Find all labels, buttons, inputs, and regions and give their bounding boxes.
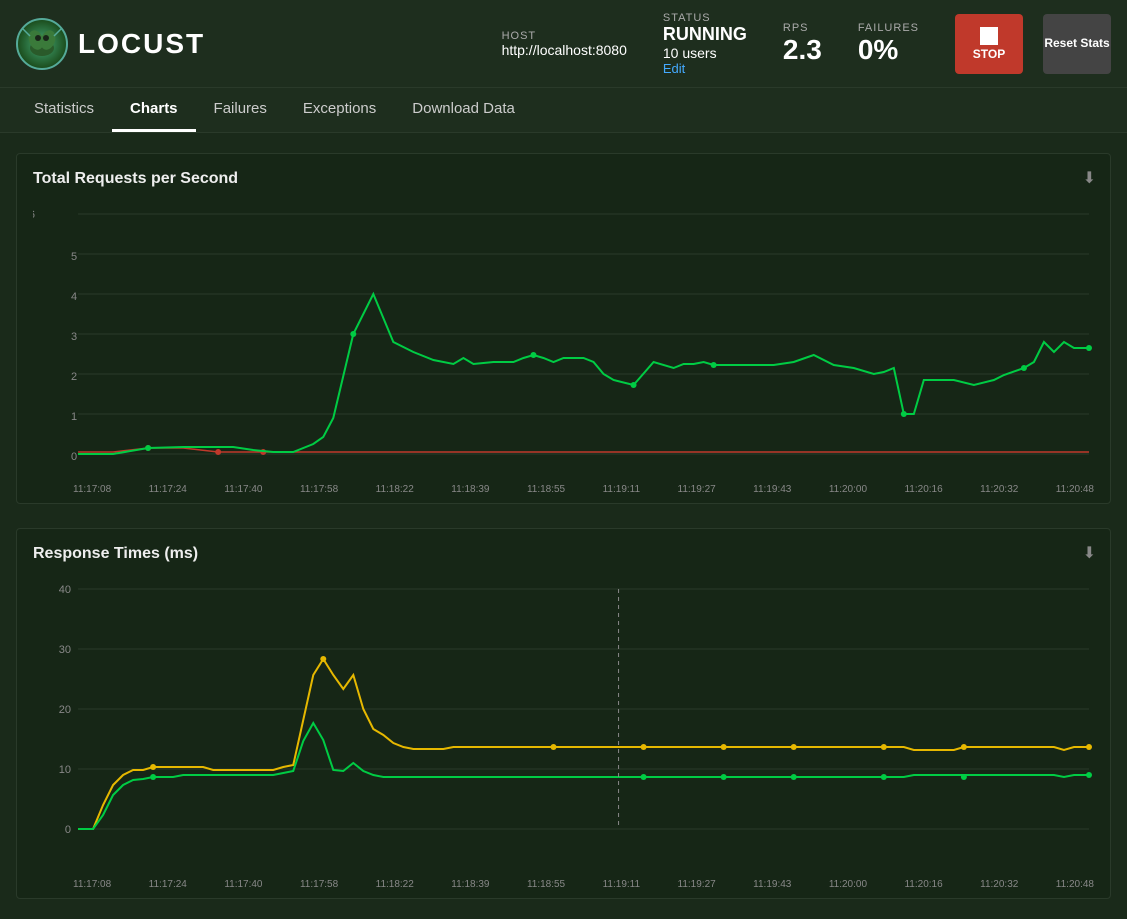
rps-chart-container: Total Requests per Second ⬇ 6 5 4 3 2 1 … bbox=[16, 153, 1111, 504]
users-value: 10 users bbox=[663, 45, 747, 61]
svg-text:20: 20 bbox=[59, 704, 71, 716]
nav: Statistics Charts Failures Exceptions Do… bbox=[0, 88, 1127, 133]
response-chart-container: Response Times (ms) ⬇ 40 30 20 10 0 bbox=[16, 528, 1111, 899]
response-chart-title: Response Times (ms) bbox=[33, 545, 1094, 563]
logo-area: LOCUST bbox=[16, 18, 205, 70]
status-stat: STATUS RUNNING 10 users Edit bbox=[663, 12, 747, 76]
response-download-button[interactable]: ⬇ bbox=[1083, 543, 1096, 563]
stop-icon bbox=[980, 27, 998, 45]
svg-text:4: 4 bbox=[71, 291, 77, 303]
svg-text:6: 6 bbox=[33, 209, 35, 221]
rps-value: 2.3 bbox=[783, 34, 822, 66]
rps-x-axis: 11:17:08 11:17:24 11:17:40 11:17:58 11:1… bbox=[33, 480, 1094, 495]
rps-download-button[interactable]: ⬇ bbox=[1083, 168, 1096, 188]
logo-icon bbox=[16, 18, 68, 70]
svg-text:1: 1 bbox=[71, 411, 77, 423]
host-label: HOST bbox=[502, 30, 627, 42]
response-chart-svg: 40 30 20 10 0 bbox=[33, 575, 1094, 875]
status-label: STATUS bbox=[663, 12, 747, 24]
svg-text:3: 3 bbox=[71, 331, 77, 343]
rps-label: RPS bbox=[783, 22, 822, 34]
header: LOCUST HOST http://localhost:8080 STATUS… bbox=[0, 0, 1127, 88]
stop-button[interactable]: STOP bbox=[955, 14, 1023, 74]
failures-value: 0% bbox=[858, 34, 919, 66]
svg-text:0: 0 bbox=[65, 824, 71, 836]
svg-text:0: 0 bbox=[71, 451, 77, 463]
nav-charts[interactable]: Charts bbox=[112, 88, 196, 132]
edit-link[interactable]: Edit bbox=[663, 61, 747, 76]
nav-failures[interactable]: Failures bbox=[196, 88, 285, 132]
rps-stat: RPS 2.3 bbox=[783, 22, 822, 66]
status-value: RUNNING bbox=[663, 24, 747, 45]
svg-text:40: 40 bbox=[59, 584, 71, 596]
failures-label: FAILURES bbox=[858, 22, 919, 34]
content: Total Requests per Second ⬇ 6 5 4 3 2 1 … bbox=[0, 133, 1127, 919]
svg-text:5: 5 bbox=[71, 251, 77, 263]
rps-chart-svg-container: 6 5 4 3 2 1 0 bbox=[33, 200, 1094, 480]
host-stat: HOST http://localhost:8080 bbox=[502, 30, 627, 58]
svg-text:2: 2 bbox=[71, 371, 77, 383]
host-value: http://localhost:8080 bbox=[502, 42, 627, 58]
nav-download[interactable]: Download Data bbox=[394, 88, 533, 132]
response-chart-svg-container: 40 30 20 10 0 bbox=[33, 575, 1094, 875]
reset-button[interactable]: Reset Stats bbox=[1043, 14, 1111, 74]
rps-chart-svg: 6 5 4 3 2 1 0 bbox=[33, 200, 1094, 480]
stop-label: STOP bbox=[973, 47, 1005, 61]
rps-chart-title: Total Requests per Second bbox=[33, 170, 1094, 188]
logo-text: LOCUST bbox=[78, 28, 205, 60]
failures-stat: FAILURES 0% bbox=[858, 22, 919, 66]
svg-text:30: 30 bbox=[59, 644, 71, 656]
nav-statistics[interactable]: Statistics bbox=[16, 88, 112, 132]
nav-exceptions[interactable]: Exceptions bbox=[285, 88, 394, 132]
response-x-axis: 11:17:08 11:17:24 11:17:40 11:17:58 11:1… bbox=[33, 875, 1094, 890]
svg-text:10: 10 bbox=[59, 764, 71, 776]
